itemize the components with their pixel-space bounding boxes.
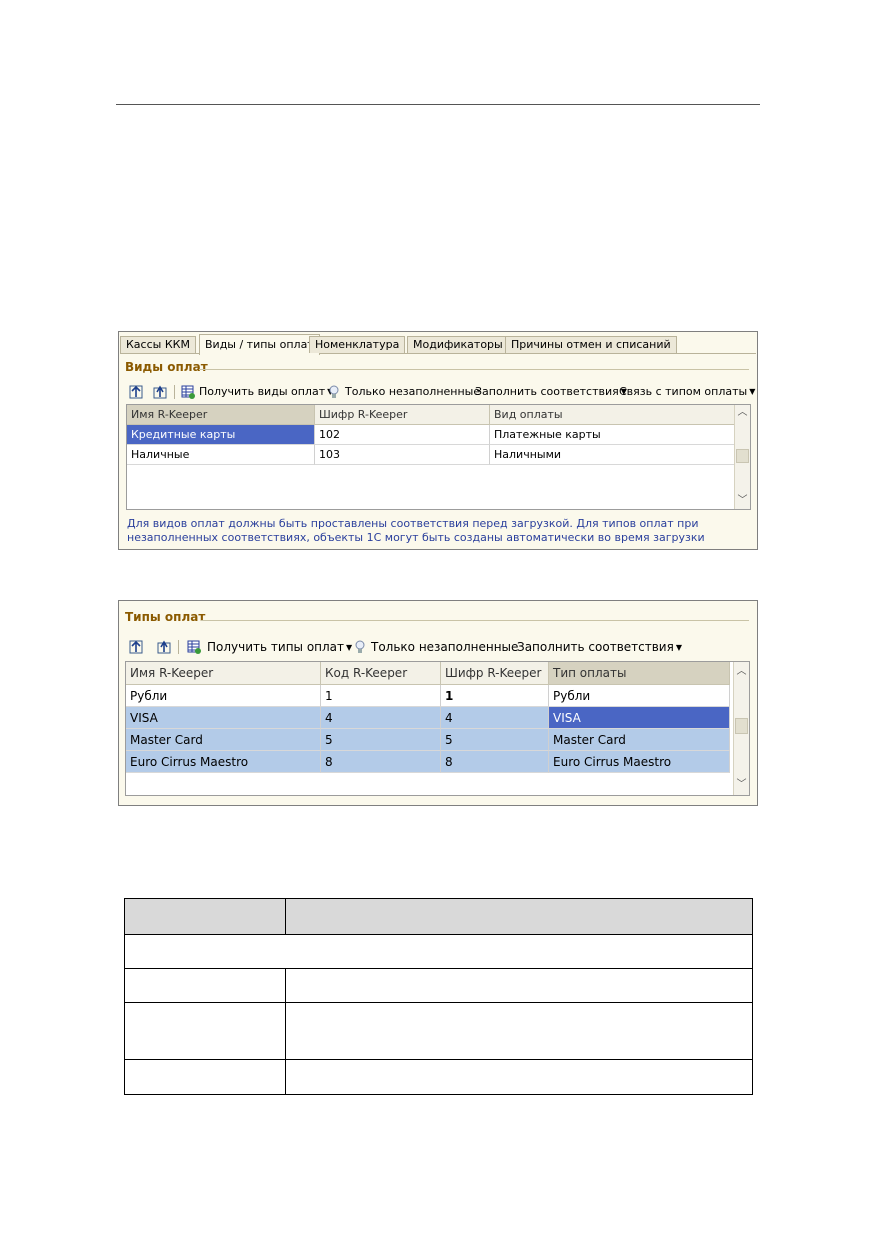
cell-name[interactable]: Рубли	[126, 685, 321, 707]
cell-name[interactable]: Euro Cirrus Maestro	[126, 751, 321, 773]
table-rule	[125, 968, 752, 969]
scroll-thumb[interactable]	[735, 718, 748, 734]
fill-matches-label: Заполнить соответствия	[475, 385, 619, 398]
group-title: Виды оплат	[125, 360, 208, 374]
scroll-down-icon[interactable]: ﹀	[734, 777, 749, 793]
column-header-kod[interactable]: Код R-Keeper	[321, 662, 441, 685]
table-rule	[125, 1002, 752, 1003]
column-header-payment-type[interactable]: Тип оплаты	[549, 662, 730, 685]
table-row[interactable]: Наличные 103 Наличными	[127, 445, 735, 465]
vertical-scrollbar[interactable]: ︿ ﹀	[734, 405, 750, 509]
group-divider	[201, 620, 749, 621]
toolbar: Получить виды оплат▼ Только незаполненны…	[127, 383, 755, 401]
light-bulb-icon	[355, 640, 365, 653]
payment-types-window: Типы оплат Получить типы оплат ▼ Только н…	[118, 600, 758, 806]
cell-kod[interactable]: 4	[321, 707, 441, 729]
cell-code[interactable]: 103	[315, 445, 490, 465]
arrow-up-left-icon[interactable]	[129, 640, 143, 654]
scroll-up-icon[interactable]: ︿	[734, 664, 749, 680]
payment-kinds-table: Имя R-Keeper Шифр R-Keeper Вид оплаты Кр…	[126, 404, 751, 510]
scroll-thumb[interactable]	[736, 449, 749, 463]
cell-code[interactable]: 1	[441, 685, 549, 707]
grid-refresh-icon	[181, 385, 195, 399]
column-header-code[interactable]: Шифр R-Keeper	[441, 662, 549, 685]
scroll-up-icon[interactable]: ︿	[735, 405, 750, 421]
cell-code[interactable]: 8	[441, 751, 549, 773]
arrow-up-icon[interactable]	[157, 640, 171, 654]
link-payment-type-button[interactable]: Связь с типом оплаты ▼	[619, 383, 755, 401]
fill-matches-label: Заполнить соответствия	[517, 640, 674, 654]
table-column-rule	[285, 968, 286, 1095]
chevron-down-icon: ▼	[749, 387, 756, 396]
only-empty-toggle[interactable]: Только незаполненные	[345, 383, 480, 401]
cell-payment-type[interactable]: Euro Cirrus Maestro	[549, 751, 730, 773]
payment-kinds-window: Кассы ККМ Виды / типы оплат Номенклатура…	[118, 331, 758, 550]
tab-kkm[interactable]: Кассы ККМ	[120, 336, 196, 353]
column-header-name[interactable]: Имя R-Keeper	[127, 405, 315, 425]
tab-strip: Кассы ККМ Виды / типы оплат Номенклатура…	[120, 333, 756, 355]
cell-payment-type[interactable]: Рубли	[549, 685, 730, 707]
table-column-rule	[285, 899, 286, 934]
get-payment-types-label: Получить типы оплат	[207, 640, 345, 654]
fill-matches-button[interactable]: Заполнить соответствия ▼	[475, 383, 627, 401]
cell-code[interactable]: 5	[441, 729, 549, 751]
cell-code[interactable]: 102	[315, 425, 490, 445]
cell-payment-type[interactable]: VISA	[549, 707, 730, 729]
table-rule	[125, 1059, 752, 1060]
toolbar-separator	[174, 385, 175, 399]
cell-kod[interactable]: 8	[321, 751, 441, 773]
table-row[interactable]: Master Card 5 5 Master Card	[126, 729, 730, 751]
only-empty-toggle[interactable]: Только незаполненные	[371, 638, 518, 656]
arrow-up-icon[interactable]	[153, 385, 167, 399]
cell-payment-type[interactable]: Master Card	[549, 729, 730, 751]
payment-types-table: Имя R-Keeper Код R-Keeper Шифр R-Keeper …	[125, 661, 750, 796]
table-row[interactable]: VISA 4 4 VISA	[126, 707, 730, 729]
hint-text: Для видов оплат должны быть проставлены …	[127, 517, 705, 544]
table-header	[125, 899, 752, 934]
column-header-code[interactable]: Шифр R-Keeper	[315, 405, 490, 425]
table-row[interactable]: Рубли 1 1 Рубли	[126, 685, 730, 707]
cell-name[interactable]: Кредитные карты	[127, 425, 315, 445]
get-payment-kinds-button[interactable]: Получить виды оплат▼	[199, 383, 333, 401]
grid-refresh-icon	[187, 640, 201, 654]
cell-name[interactable]: Наличные	[127, 445, 315, 465]
cell-payment-kind[interactable]: Платежные карты	[490, 425, 735, 445]
arrow-up-left-icon[interactable]	[129, 385, 143, 399]
table-rule	[125, 934, 752, 935]
table-header: Имя R-Keeper Код R-Keeper Шифр R-Keeper …	[126, 662, 730, 685]
table-row[interactable]: Кредитные карты 102 Платежные карты	[127, 425, 735, 445]
scroll-down-icon[interactable]: ﹀	[735, 493, 750, 509]
fill-matches-button[interactable]: Заполнить соответствия ▼	[517, 638, 682, 656]
link-payment-type-label: Связь с типом оплаты	[619, 385, 748, 398]
tab-modifiers[interactable]: Модификаторы	[407, 336, 509, 353]
group-title: Типы оплат	[125, 610, 206, 624]
column-header-payment-kind[interactable]: Вид оплаты	[490, 405, 735, 425]
table-row[interactable]: Euro Cirrus Maestro 8 8 Euro Cirrus Maes…	[126, 751, 730, 773]
light-bulb-icon	[329, 385, 339, 398]
tab-nomenclature[interactable]: Номенклатура	[309, 336, 406, 353]
vertical-scrollbar[interactable]: ︿ ﹀	[733, 662, 749, 795]
get-payment-types-button[interactable]: Получить типы оплат ▼	[207, 638, 352, 656]
cell-name[interactable]: Master Card	[126, 729, 321, 751]
get-payment-kinds-label: Получить виды оплат	[199, 385, 326, 398]
toolbar: Получить типы оплат ▼ Только незаполненны…	[127, 638, 752, 656]
document-table	[124, 898, 753, 1095]
group-divider	[199, 369, 749, 370]
table-header: Имя R-Keeper Шифр R-Keeper Вид оплаты	[127, 405, 735, 425]
cell-code[interactable]: 4	[441, 707, 549, 729]
cell-payment-kind[interactable]: Наличными	[490, 445, 735, 465]
page-header-rule	[116, 104, 760, 105]
tab-cancel-reasons[interactable]: Причины отмен и списаний	[505, 336, 677, 353]
tab-payment-types[interactable]: Виды / типы оплат	[199, 334, 320, 355]
cell-kod[interactable]: 1	[321, 685, 441, 707]
toolbar-separator	[178, 640, 179, 654]
chevron-down-icon: ▼	[346, 643, 353, 652]
cell-name[interactable]: VISA	[126, 707, 321, 729]
chevron-down-icon: ▼	[675, 643, 682, 652]
cell-kod[interactable]: 5	[321, 729, 441, 751]
column-header-name[interactable]: Имя R-Keeper	[126, 662, 321, 685]
